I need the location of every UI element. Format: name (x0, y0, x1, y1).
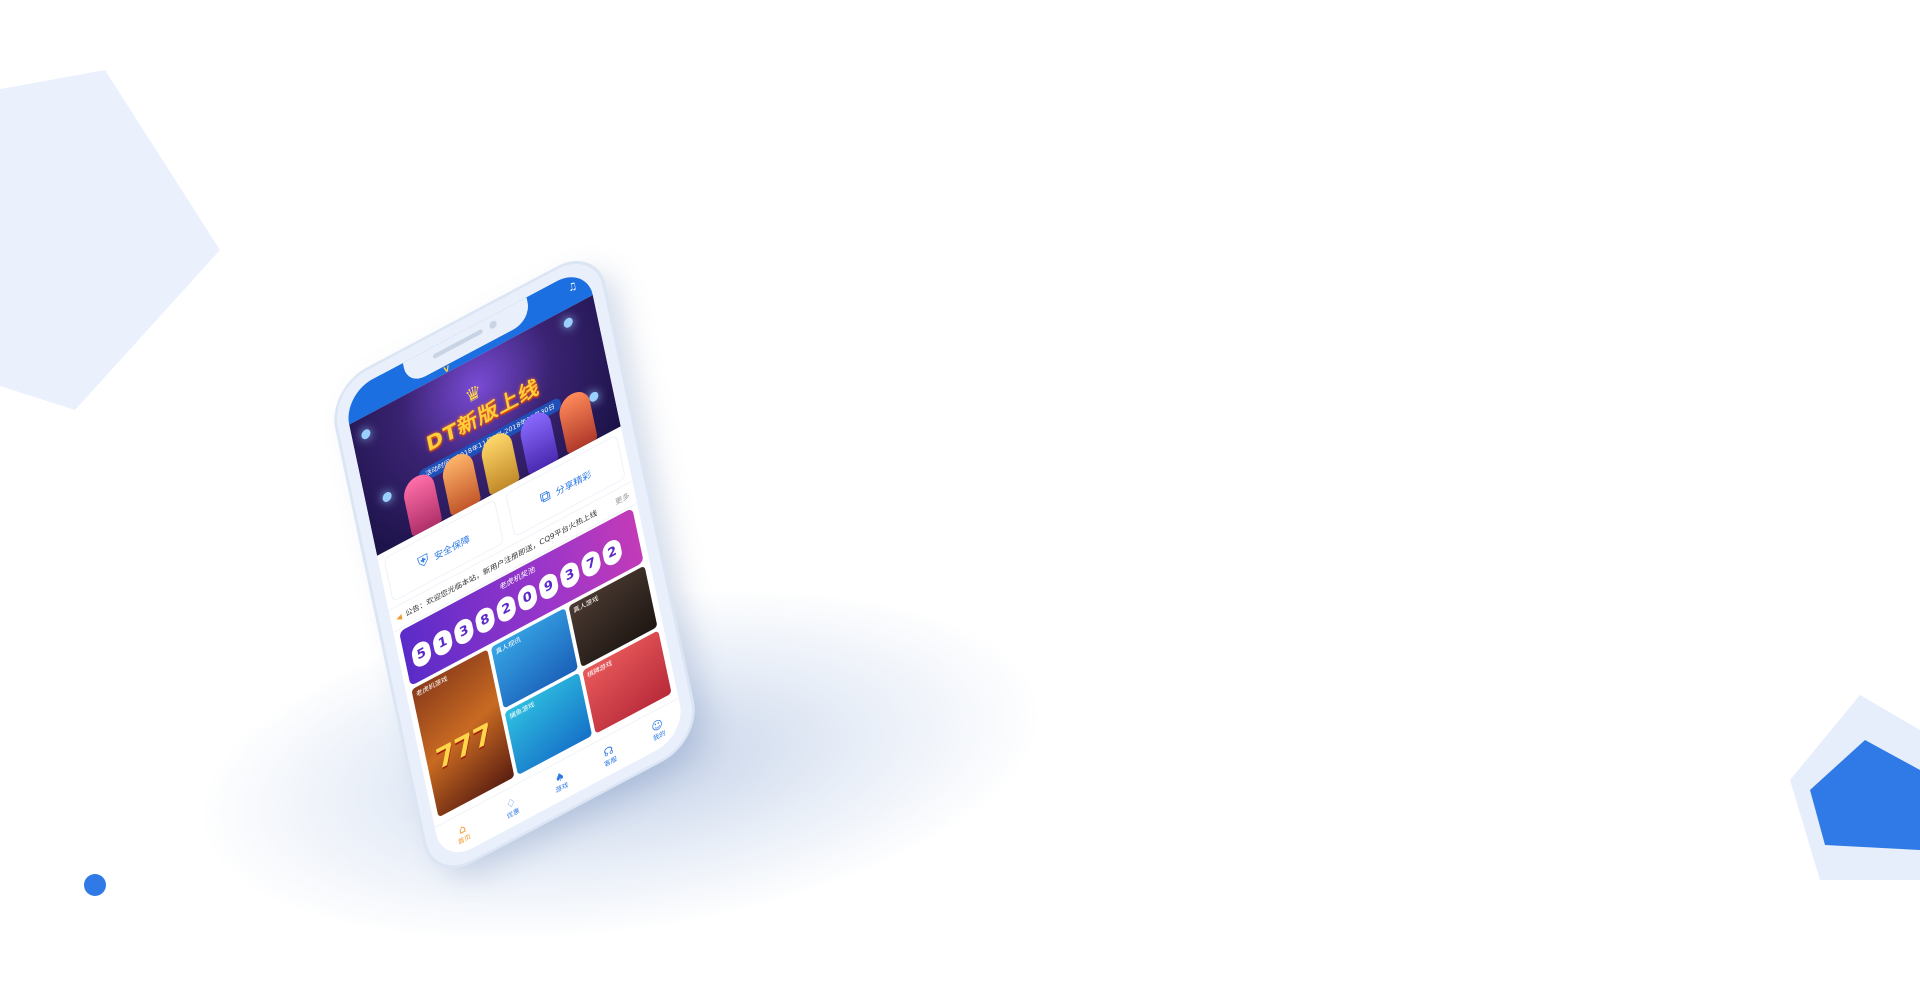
jackpot-digit: 3 (558, 559, 582, 592)
feature-label: 分享精彩 (554, 469, 593, 498)
jackpot-digit: 5 (410, 637, 433, 671)
jackpot-digit: 0 (516, 581, 539, 614)
spotlight-icon (381, 490, 393, 504)
jackpot-digit: 3 (452, 615, 476, 648)
shield-icon: ⛨ (416, 549, 431, 573)
notice-more-link[interactable]: 更多 (614, 490, 630, 507)
slot-777-symbol: 777 (433, 716, 496, 777)
jackpot-digit: 8 (473, 604, 497, 637)
jackpot-digit: 9 (537, 570, 560, 603)
jackpot-digit: 2 (495, 592, 518, 626)
decorative-dot (84, 874, 106, 896)
spotlight-icon (360, 427, 372, 441)
jackpot-digit: 7 (579, 547, 603, 580)
background-pentagon-right (1790, 695, 1920, 880)
spotlight-icon (562, 316, 574, 330)
jackpot-digit: 2 (600, 536, 624, 569)
share-icon: ⧉ (538, 485, 553, 508)
jackpot-digit: 1 (431, 626, 454, 659)
feature-label: 安全保障 (433, 533, 471, 563)
speaker-notice-icon: ◀ (395, 611, 403, 623)
background-pentagon-left (0, 70, 220, 410)
